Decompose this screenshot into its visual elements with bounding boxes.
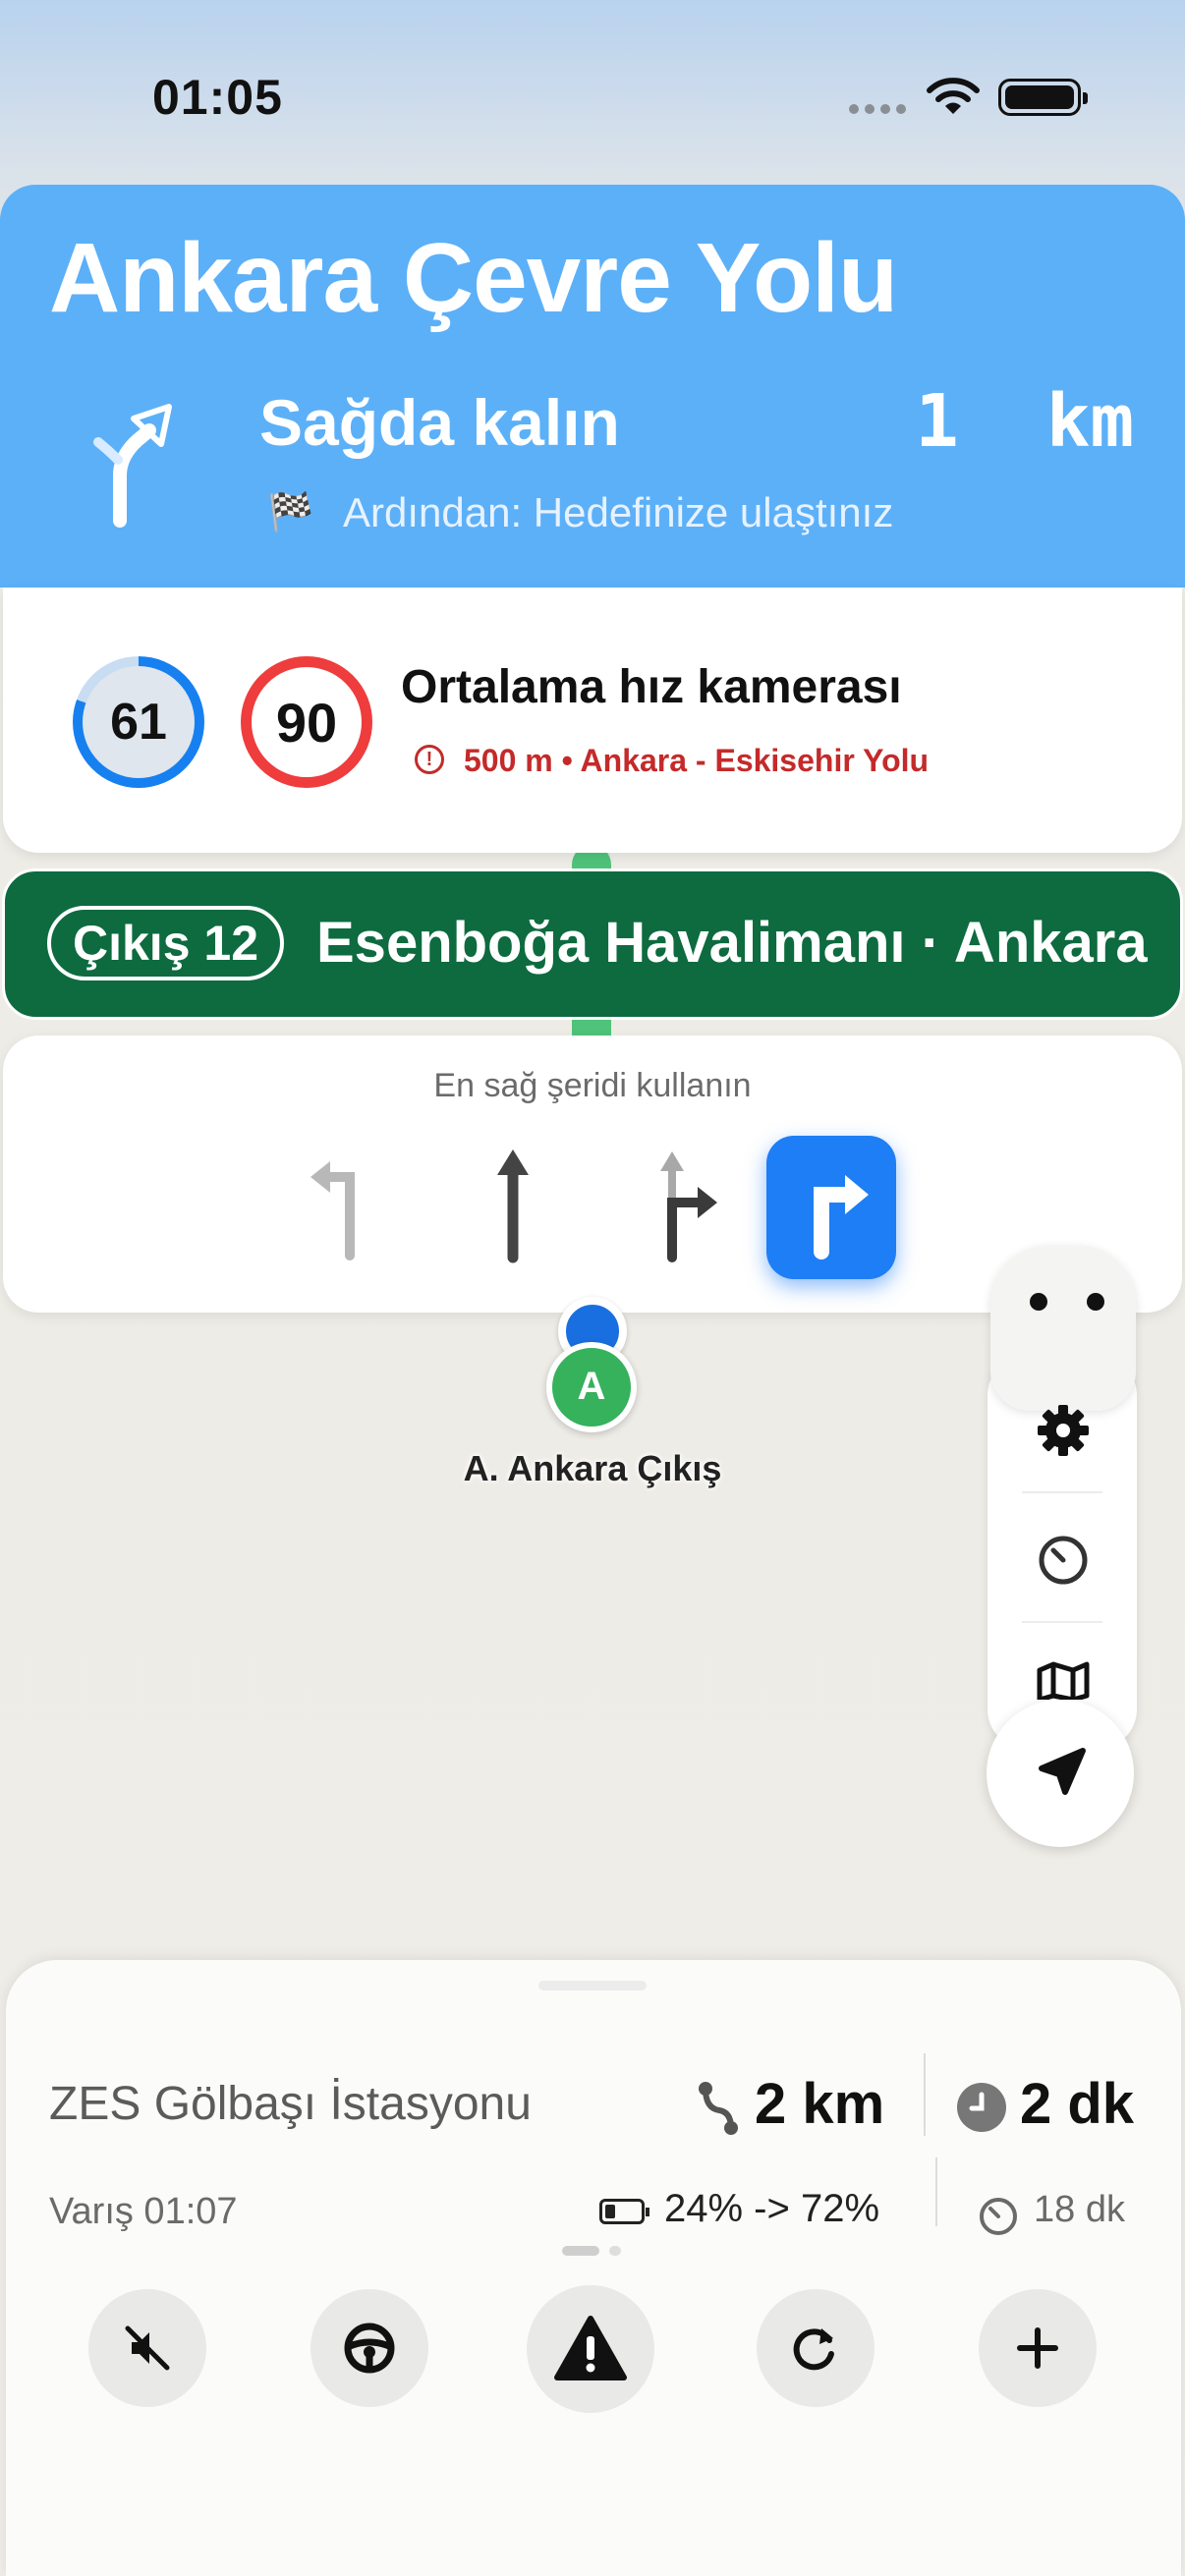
destination-name: ZES Gölbaşı İstasyonu: [49, 2078, 532, 2130]
lane-guidance-title: En sağ şeridi kullanın: [433, 1067, 752, 1104]
destination-pin[interactable]: A: [546, 1342, 637, 1432]
driving-mode-button[interactable]: [310, 2289, 428, 2407]
next-maneuver-text: Ardından: Hedefinize ulaştınız: [343, 489, 894, 535]
camera-title: Ortalama hız kamerası: [401, 661, 902, 713]
charging-time: 18 dk: [1034, 2189, 1125, 2230]
divider: [1022, 1621, 1102, 1623]
mascot-eye: [1087, 1293, 1104, 1311]
steering-wheel-icon: [344, 2323, 395, 2374]
current-speed-value: 61: [83, 666, 195, 778]
mute-button[interactable]: [88, 2289, 206, 2407]
reroute-button[interactable]: [757, 2289, 875, 2407]
battery-level-icon: [599, 2199, 649, 2224]
page-indicator-active[interactable]: [562, 2246, 599, 2256]
maneuver-instruction: Sağda kalın: [259, 386, 620, 459]
speed-limit-sign: 90: [241, 656, 372, 788]
exit-number-badge: Çıkış 12: [47, 906, 285, 980]
hazard-report-icon: [554, 2316, 627, 2380]
lane-left-arrow-icon: [310, 1161, 355, 1260]
sheet-grabber[interactable]: [538, 1981, 647, 1990]
map-icon[interactable]: [1036, 1660, 1091, 1700]
lane-right-arrow-icon: [814, 1175, 869, 1260]
add-stop-button[interactable]: [979, 2289, 1097, 2407]
cellular-signal-icon: [849, 104, 859, 114]
mute-icon: [125, 2325, 170, 2371]
arrival-time: Varış 01:07: [49, 2191, 238, 2232]
report-hazard-button[interactable]: [527, 2285, 654, 2413]
route-icon: [699, 2082, 738, 2135]
destination-pin-label: A. Ankara Çıkış: [463, 1448, 722, 1488]
divider: [935, 2157, 937, 2226]
cellular-signal-dot: [880, 104, 890, 114]
keep-right-arrow-icon: [93, 404, 172, 528]
road-name: Ankara Çevre Yolu: [49, 223, 898, 333]
divider: [1022, 1491, 1102, 1493]
trip-sheet[interactable]: [6, 1960, 1181, 2576]
timer-icon: [980, 2198, 1017, 2235]
checkered-flag-icon: 🏁: [267, 492, 314, 533]
clock-icon: [957, 2083, 1006, 2132]
mascot-avatar[interactable]: [990, 1246, 1136, 1411]
alert-icon: !: [415, 745, 444, 774]
lane-straight-arrow-icon: [497, 1149, 529, 1263]
recenter-button[interactable]: [987, 1700, 1134, 1847]
speedometer-icon[interactable]: [1036, 1533, 1091, 1588]
lane-right-active: [766, 1136, 896, 1279]
locate-arrow-icon: [1039, 1748, 1086, 1795]
mascot-eye: [1030, 1293, 1047, 1311]
status-time: 01:05: [152, 70, 283, 125]
add-icon: [1017, 2327, 1058, 2369]
camera-detail: 500 m • Ankara - Eskisehir Yolu: [464, 743, 930, 778]
page-indicator[interactable]: [609, 2246, 621, 2256]
current-speed-gauge: 61: [73, 656, 204, 788]
remaining-distance: 2 km: [755, 2072, 885, 2136]
divider: [924, 2053, 926, 2136]
wifi-icon: [927, 78, 980, 114]
cellular-signal-dot: [865, 104, 875, 114]
battery-icon: [998, 79, 1088, 116]
settings-icon[interactable]: [1036, 1403, 1091, 1458]
reroute-icon: [793, 2328, 834, 2371]
exit-destination: Esenboğa Havalimanı · Ankara: [316, 911, 1148, 975]
maneuver-distance: 1 km: [915, 379, 1134, 464]
cellular-signal-dot: [896, 104, 906, 114]
charge-range: 24% -> 72%: [664, 2187, 880, 2230]
lane-straight-right-arrow-icon: [660, 1151, 717, 1262]
remaining-time: 2 dk: [1020, 2072, 1135, 2136]
